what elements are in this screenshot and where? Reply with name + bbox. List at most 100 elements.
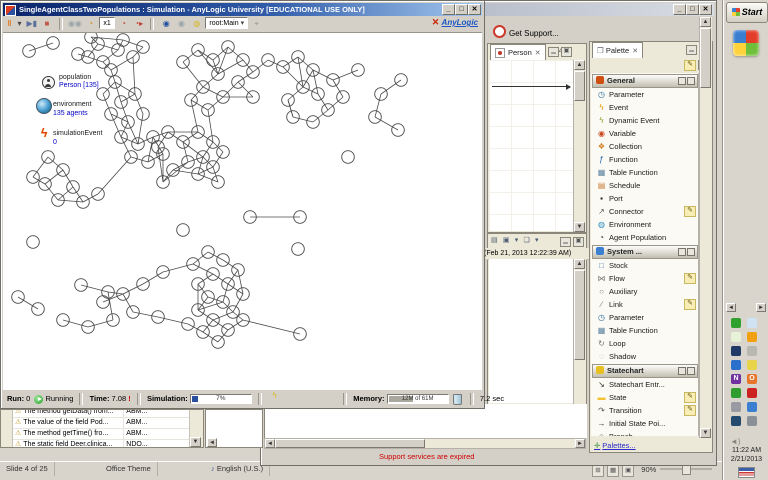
population-icon[interactable] [42,76,55,89]
expand-icon[interactable] [678,367,686,375]
zoom-slider-knob[interactable] [682,465,691,475]
environment-label[interactable]: environment [53,101,92,108]
tray-green-square-icon[interactable] [731,318,741,328]
sim-title-bar[interactable]: SingleAgentClassTwoPopulations : Simulat… [3,3,482,16]
expand-icon[interactable] [678,77,686,85]
palette-item-variable[interactable]: ◉ Variable [591,127,699,140]
palette-item-statechart-entr[interactable]: ↘ Statechart Entr... [591,378,699,391]
pencil-icon[interactable]: ✎ [684,273,696,284]
palette-item-branch[interactable]: ◇Branch [591,430,699,436]
scroll-left-icon[interactable]: ◄ [265,439,275,448]
pencil-icon[interactable]: ✎ [684,405,696,416]
palette-item-transition[interactable]: ↷ Transition ✎ [591,404,699,417]
ide-hscrollbar[interactable]: ◄ ► [264,438,586,449]
palette-item-agent-population[interactable]: ◔ Agent Population [591,231,699,244]
scroll-thumb[interactable] [574,71,585,101]
stop-button[interactable]: ■ [40,17,53,31]
tray-phone-icon[interactable] [747,416,757,426]
event-icon[interactable]: ϟ [41,126,47,140]
real-time-icon[interactable]: ◔ [117,17,130,31]
agent-node[interactable] [26,235,40,249]
scroll-thumb[interactable] [574,270,585,360]
palette-item-dynamic-event[interactable]: ϟ Dynamic Event [591,114,699,127]
palette-item-auxiliary[interactable]: ○ Auxiliary [591,285,699,298]
agent-node[interactable] [176,223,190,237]
problem-row[interactable]: ⚠ The method getData() from... ABM... [13,410,189,418]
palette-section-header[interactable]: General [592,74,698,88]
collapse-icon[interactable] [687,367,695,375]
close-tab-icon[interactable]: ✕ [632,48,638,55]
problem-row[interactable]: ⚠ The value of the field Pod... ABM... [13,418,189,429]
tray-msn-globe-icon[interactable] [731,360,741,370]
tab-person[interactable]: Person ✕ [490,44,546,60]
pin-view-icon[interactable]: ⌖ [250,17,263,31]
pin-console-icon[interactable]: ▤ [491,234,498,247]
tray-mail-icon[interactable] [747,360,757,370]
navigate-root-button[interactable]: ◉ [160,17,173,31]
palette-item-table-function[interactable]: ▦ Table Function [591,324,699,337]
scroll-up-icon[interactable]: ▲ [574,60,585,70]
tray-onenote-icon[interactable]: N [731,374,741,384]
tray-windows-icon[interactable] [731,402,741,412]
palette-item-stock[interactable]: □ Stock [591,259,699,272]
environment-icon[interactable] [36,98,52,114]
event-label[interactable]: simulationEvent [53,130,102,137]
clock-date[interactable]: 2/21/2013 [724,456,768,463]
step-button[interactable]: ▶▮ [25,17,38,31]
display-icon[interactable]: ▣ [503,234,510,247]
chevron-down-icon[interactable]: ▾ [241,20,245,27]
tray-signal-icon[interactable] [747,346,757,356]
normal-view-icon[interactable]: ⊞ [592,465,604,478]
close-button[interactable]: ✕ [468,4,481,15]
scroll-down-icon[interactable]: ▼ [574,222,585,232]
volume-icon[interactable]: ◄) [730,437,741,446]
quick-launch-icon[interactable] [733,30,759,56]
person-diagram-canvas[interactable] [489,60,573,231]
pause-dropdown-icon[interactable]: ▾ [16,17,23,31]
palette-section-header[interactable]: System ... [592,245,698,259]
close-tab-icon[interactable]: ✕ [535,50,541,57]
scroll-up-icon[interactable]: ▲ [574,259,585,269]
ide-vscrollbar[interactable]: ▲ ▼ [699,17,712,438]
tray-pc-icon[interactable] [731,416,741,426]
expand-icon[interactable] [678,248,686,256]
get-support-button[interactable]: Get Support... [493,25,559,38]
scroll-thumb[interactable] [275,439,425,448]
speed-field[interactable]: x1 [99,17,115,29]
anylogic-logo[interactable]: ✕ AnyLogic [432,17,478,28]
palette-item-flow[interactable]: ⋈ Flow ✎ [591,272,699,285]
palette-item-port[interactable]: ▪ Port [591,192,699,205]
open-console-icon[interactable]: ❏ [523,234,529,247]
palette-item-parameter[interactable]: ◷ Parameter [591,88,699,101]
population-value[interactable]: Person [135] [59,82,99,89]
console-vscrollbar[interactable]: ▲ [573,259,586,404]
agent-node[interactable] [291,242,305,256]
scroll-left-icon[interactable]: ◄ [207,438,217,447]
palette-item-shadow[interactable]: ◌ Shadow [591,350,699,363]
palette-item-function[interactable]: ƒ Function [591,153,699,166]
palette-item-connector[interactable]: ↗ Connector ✎ [591,205,699,218]
event-value[interactable]: 0 [53,139,57,146]
view-area-combo[interactable]: root:Main ▾ [205,17,249,29]
minimize-view-icon[interactable]: ▁ [686,45,697,55]
language-flag-icon[interactable] [738,467,755,478]
ppt-zoom-slider[interactable] [660,465,712,475]
real-time-scale-icon[interactable]: ◔▸ [132,17,145,31]
maximize-button[interactable]: □ [455,4,468,15]
agents-button[interactable]: ◉◉ [68,17,82,31]
population-label[interactable]: population [59,74,91,81]
pause-button[interactable]: ‖ [3,17,16,31]
scroll-thumb[interactable] [700,28,711,88]
tray-globe-icon[interactable] [747,318,757,328]
problem-row[interactable]: ⚠ The method getTime() fro... ABM... [13,429,189,440]
edit-mode-icon[interactable]: ✎ [684,60,696,71]
start-button[interactable]: Start [726,2,768,23]
minimize-view-icon[interactable]: ▁ [560,237,571,247]
slide-sorter-icon[interactable]: ▦ [607,465,620,478]
minimize-button[interactable]: _ [673,4,686,15]
close-button[interactable]: ✕ [699,4,712,15]
person-vscrollbar[interactable]: ▲ ▼ [573,60,586,232]
palette-item-parameter[interactable]: ◷ Parameter [591,311,699,324]
tab-palette[interactable]: ❐ Palette ✕ [592,42,644,58]
problems-vscrollbar[interactable]: ▼ [189,410,203,447]
